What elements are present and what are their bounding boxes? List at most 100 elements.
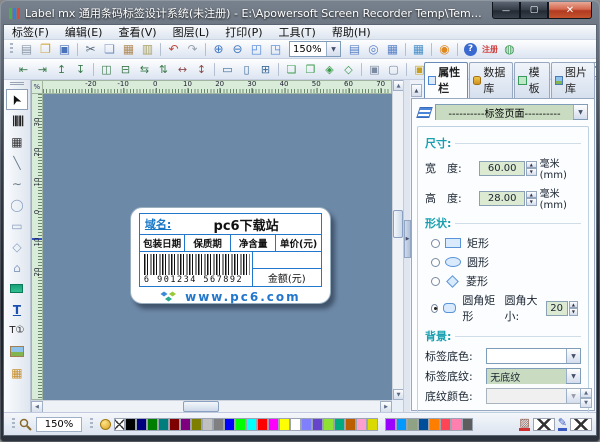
menu-item[interactable]: 图层(L) <box>165 25 218 39</box>
send-backward-icon[interactable]: ❐ <box>301 61 320 78</box>
cut-icon[interactable]: ✂ <box>81 41 100 58</box>
color-swatch[interactable] <box>345 418 356 431</box>
print-setup-icon[interactable]: ▤ <box>345 41 364 58</box>
menu-item[interactable]: 标签(F) <box>4 25 57 39</box>
website-row[interactable]: www.pc6.com <box>139 287 322 307</box>
space-horizontal-icon[interactable]: ↔ <box>173 61 192 78</box>
print-icon[interactable]: ▦ <box>383 41 402 58</box>
color-swatch[interactable] <box>235 418 246 431</box>
color-swatch[interactable] <box>440 418 451 431</box>
color-swatch[interactable] <box>213 418 224 431</box>
design-canvas[interactable]: 域名: pc6下载站 包装日期保质期净含量单价(元) 6 901234 <box>43 94 392 400</box>
zoom-percent-field[interactable]: 150% <box>36 417 82 432</box>
color-swatch[interactable] <box>147 418 158 431</box>
separator[interactable] <box>205 43 206 56</box>
height-field[interactable]: 28.00 <box>479 191 525 206</box>
menu-item[interactable]: 工具(T) <box>271 25 324 39</box>
line-tool[interactable]: ╲ <box>6 152 28 173</box>
radio-circle[interactable] <box>431 258 440 267</box>
same-width-icon[interactable]: ▭ <box>218 61 237 78</box>
shape-option-rect[interactable]: 矩形 <box>431 235 581 251</box>
filled-rect-tool[interactable] <box>6 278 28 299</box>
paste-special-icon[interactable]: ▥ <box>138 41 157 58</box>
rect-tool[interactable]: ▭ <box>6 215 28 236</box>
register-icon[interactable]: 注册 <box>480 41 500 58</box>
scrollbar-thumb[interactable] <box>393 210 403 238</box>
same-size-icon[interactable]: ⊞ <box>256 61 275 78</box>
tab-database[interactable]: 数据库 <box>469 62 513 98</box>
domain-value[interactable]: pc6下载站 <box>171 215 321 234</box>
image-preview-icon[interactable]: ▣ <box>365 61 384 78</box>
scroll-down-icon[interactable] <box>580 398 592 408</box>
label-texture-combo[interactable]: 无底纹 <box>486 368 581 384</box>
width-field[interactable]: 60.00 <box>479 161 525 176</box>
separator[interactable] <box>160 43 161 56</box>
color-swatch[interactable] <box>114 418 125 431</box>
space-vertical-icon[interactable]: ↕ <box>192 61 211 78</box>
bring-forward-icon[interactable]: ❏ <box>282 61 301 78</box>
color-swatch[interactable] <box>367 418 378 431</box>
table-tool[interactable]: ▦ <box>6 362 28 383</box>
center-vertical-icon[interactable]: ⊟ <box>116 61 135 78</box>
open-icon[interactable]: ❐ <box>36 41 55 58</box>
separator[interactable] <box>77 43 78 56</box>
color-swatch[interactable] <box>451 418 462 431</box>
color-swatch[interactable] <box>268 418 279 431</box>
menu-item[interactable]: 帮助(H) <box>324 25 379 39</box>
color-swatch[interactable] <box>301 418 312 431</box>
separator[interactable] <box>406 63 407 76</box>
zoom-out-icon[interactable]: ⊖ <box>228 41 247 58</box>
label-cell[interactable]: 净含量 <box>231 235 277 251</box>
menu-item[interactable]: 打印(P) <box>217 25 270 39</box>
menu-item[interactable]: 编辑(E) <box>57 25 111 39</box>
fit-selection-icon[interactable]: ◳ <box>266 41 285 58</box>
line-color-icon[interactable]: ✎ <box>558 417 567 431</box>
same-height-icon[interactable]: ▯ <box>237 61 256 78</box>
default-color-icon[interactable] <box>100 419 111 430</box>
color-swatch[interactable] <box>385 418 396 431</box>
redo-icon[interactable]: ↷ <box>183 41 202 58</box>
diamond-tool[interactable]: ◇ <box>6 236 28 257</box>
shape-option-circle[interactable]: 圆形 <box>431 254 581 270</box>
panel-collapse-button[interactable] <box>411 84 422 97</box>
options-icon[interactable]: ◉ <box>435 41 454 58</box>
tab-image-library[interactable]: 图片库 <box>551 62 595 98</box>
distribute-vertical-icon[interactable]: ⇅ <box>154 61 173 78</box>
shape-option-rounded-rect[interactable]: 圆角矩形 圆角大小: 20 <box>431 292 581 324</box>
chevron-down-icon[interactable] <box>566 349 580 363</box>
save-icon[interactable]: ▣ <box>55 41 74 58</box>
separator[interactable] <box>431 43 432 56</box>
color-swatch[interactable] <box>356 418 367 431</box>
tab-properties[interactable]: 属性栏 <box>424 62 468 98</box>
color-swatch[interactable] <box>257 418 268 431</box>
corner-size-stepper[interactable] <box>569 301 578 316</box>
menu-item[interactable]: 查看(V) <box>110 25 164 39</box>
select-tool[interactable]: ➤ <box>6 89 28 110</box>
chevron-down-icon[interactable] <box>573 105 587 119</box>
print-preview-icon[interactable]: ◎ <box>364 41 383 58</box>
color-swatch[interactable] <box>191 418 202 431</box>
fit-page-icon[interactable]: ◰ <box>247 41 266 58</box>
corner-size-field[interactable]: 20 <box>546 301 568 316</box>
color-swatch[interactable] <box>290 418 301 431</box>
minimize-button[interactable] <box>492 2 520 19</box>
color-swatch[interactable] <box>246 418 257 431</box>
zoom-in-icon[interactable]: ⊕ <box>209 41 228 58</box>
scroll-up-icon[interactable] <box>580 388 592 398</box>
chevron-down-icon[interactable] <box>326 42 340 56</box>
radio-rounded-rect[interactable] <box>431 304 438 313</box>
distribute-horizontal-icon[interactable]: ⇆ <box>135 61 154 78</box>
color-swatch[interactable] <box>418 418 429 431</box>
fill-color-icon[interactable]: ▨ <box>519 417 529 431</box>
barcode-tool[interactable]: ∥∥∥ <box>6 110 28 131</box>
height-stepper[interactable] <box>526 191 537 206</box>
align-top-icon[interactable]: ↥ <box>52 61 71 78</box>
polygon-tool[interactable]: ⌂ <box>6 257 28 278</box>
align-left-icon[interactable]: ⇤ <box>14 61 33 78</box>
color-swatch[interactable] <box>462 418 473 431</box>
vertical-scrollbar[interactable] <box>392 80 403 400</box>
label-design[interactable]: 域名: pc6下载站 包装日期保质期净含量单价(元) 6 901234 <box>130 207 331 304</box>
width-stepper[interactable] <box>526 161 537 176</box>
numbered-text-tool[interactable]: T① <box>6 320 28 341</box>
color-swatch[interactable] <box>136 418 147 431</box>
